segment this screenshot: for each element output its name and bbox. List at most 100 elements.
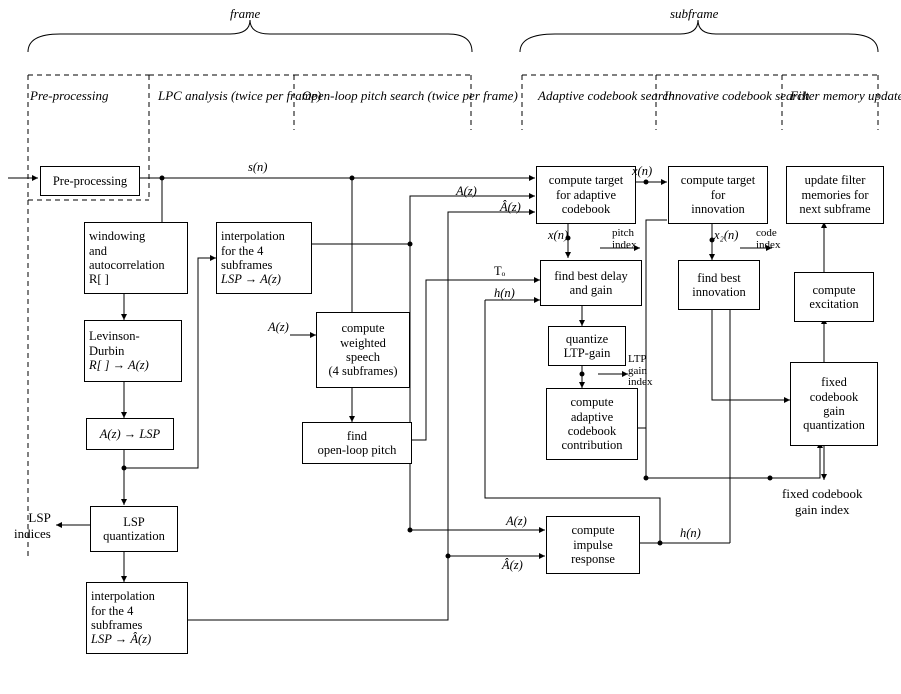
- section-olp-l2: (twice per frame): [428, 88, 518, 103]
- section-adapt-label: Adaptive codebook search: [538, 88, 675, 104]
- box-find-best-delay-gain: find best delay and gain: [540, 260, 642, 306]
- t: gain: [823, 404, 845, 418]
- t: LSP: [123, 515, 145, 529]
- section-olp-l1: Open-loop pitch search: [302, 88, 424, 103]
- t: LSP: [28, 510, 50, 525]
- t: weighted: [340, 336, 386, 350]
- t: LTP: [628, 353, 647, 365]
- t: A(z) → LSP: [100, 427, 160, 441]
- box-compute-excitation: compute excitation: [794, 272, 874, 322]
- box-preprocessing-label: Pre-processing: [53, 174, 127, 188]
- signal-sn: s(n): [248, 160, 267, 175]
- section-filt-l2: update: [868, 88, 901, 103]
- t: (4 subframes): [328, 364, 397, 378]
- t: memories for: [802, 188, 869, 202]
- t: index: [612, 239, 636, 251]
- group-frame-label: frame: [230, 6, 260, 22]
- t: fixed codebook: [782, 486, 863, 501]
- box-windowing: windowing and autocorrelation R[ ]: [84, 222, 188, 294]
- t: compute target: [549, 173, 623, 187]
- box-levinson: Levinson- Durbin R[ ] → A(z): [84, 320, 182, 382]
- output-ltp-gain-index: LTP gain index: [628, 354, 652, 389]
- t: quantization: [803, 418, 865, 432]
- output-lsp-indices: LSP indices: [14, 510, 51, 541]
- output-code-index: code index: [756, 228, 780, 251]
- box-fixed-codebook-gain-quantization: fixed codebook gain quantization: [790, 362, 878, 446]
- signal-hn-2: h(n): [680, 526, 701, 541]
- section-innov-l1: Innovative codebook: [664, 88, 772, 103]
- t: find best delay: [554, 269, 628, 283]
- t: interpolation: [91, 589, 155, 603]
- signal-t0: Tₒ: [494, 264, 505, 279]
- box-compute-impulse-response: compute impulse response: [546, 516, 640, 574]
- t: and: [89, 244, 107, 258]
- signal-x2n: x₂(n): [714, 228, 738, 243]
- t: for the 4: [91, 604, 133, 618]
- t: compute target: [681, 173, 755, 187]
- t: codebook: [562, 202, 611, 216]
- t: for: [711, 188, 726, 202]
- section-pre-label: Pre-processing: [30, 88, 108, 104]
- t: index: [628, 376, 652, 388]
- t: LTP-gain: [564, 346, 611, 360]
- box-interp2: interpolation for the 4 subframes LSP → …: [86, 582, 188, 654]
- box-az-to-lsp: A(z) → LSP: [86, 418, 174, 450]
- diagram-canvas: frame subframe Pre-processing LPC analys…: [0, 0, 901, 694]
- box-lsp-quantization: LSP quantization: [90, 506, 178, 552]
- t: contribution: [561, 438, 622, 452]
- box-cacc: compute adaptive codebook contribution: [546, 388, 638, 460]
- signal-ahatz-1: Â(z): [500, 200, 521, 215]
- t: R[ ] → A(z): [89, 358, 149, 372]
- t: indices: [14, 526, 51, 541]
- t: speech: [346, 350, 380, 364]
- t: LSP → A(z): [221, 272, 281, 286]
- t: gain: [628, 365, 647, 377]
- t: for adaptive: [556, 188, 616, 202]
- t: R[ ]: [89, 272, 109, 286]
- section-innov-label: Innovative codebook search: [664, 88, 809, 104]
- t: compute: [571, 523, 614, 537]
- t: find: [347, 429, 367, 443]
- t: for the 4: [221, 244, 263, 258]
- t: gain index: [795, 502, 850, 517]
- t: next subframe: [799, 202, 870, 216]
- t: excitation: [809, 297, 858, 311]
- signal-ahatz-2: Â(z): [502, 558, 523, 573]
- t: subframes: [91, 618, 142, 632]
- t: index: [756, 239, 780, 251]
- t: subframes: [221, 258, 272, 272]
- section-lpc-l1: LPC analysis: [158, 88, 228, 103]
- group-subframe-label: subframe: [670, 6, 718, 22]
- signal-xn: x(n): [632, 164, 652, 179]
- output-fixed-codebook-gain-index: fixed codebook gain index: [782, 486, 863, 517]
- t: Levinson-: [89, 329, 140, 343]
- t: innovation: [691, 202, 744, 216]
- t: windowing: [89, 229, 145, 243]
- box-preprocessing: Pre-processing: [40, 166, 140, 196]
- t: quantize: [566, 332, 608, 346]
- t: adaptive: [571, 410, 613, 424]
- t: update filter: [805, 173, 866, 187]
- box-compute-weighted-speech: compute weighted speech (4 subframes): [316, 312, 410, 388]
- box-quantize-ltp-gain: quantize LTP-gain: [548, 326, 626, 366]
- t: interpolation: [221, 229, 285, 243]
- box-target-adaptive: compute target for adaptive codebook: [536, 166, 636, 224]
- output-pitch-index: pitch index: [612, 228, 636, 251]
- box-target-innovation: compute target for innovation: [668, 166, 768, 224]
- t: impulse: [573, 538, 613, 552]
- t: code: [756, 227, 777, 239]
- t: innovation: [692, 285, 745, 299]
- t: LSP → Â(z): [91, 632, 151, 646]
- section-filt-label: Filter memory update: [790, 88, 901, 104]
- t: open-loop pitch: [318, 443, 397, 457]
- t: autocorrelation: [89, 258, 165, 272]
- t: codebook: [568, 424, 617, 438]
- box-find-open-loop-pitch: find open-loop pitch: [302, 422, 412, 464]
- section-adapt-l1: Adaptive codebook: [538, 88, 637, 103]
- t: and gain: [570, 283, 613, 297]
- box-interp1: interpolation for the 4 subframes LSP → …: [216, 222, 312, 294]
- t: response: [571, 552, 615, 566]
- signal-az-2: A(z): [456, 184, 477, 199]
- t: Durbin: [89, 344, 124, 358]
- t: quantization: [103, 529, 165, 543]
